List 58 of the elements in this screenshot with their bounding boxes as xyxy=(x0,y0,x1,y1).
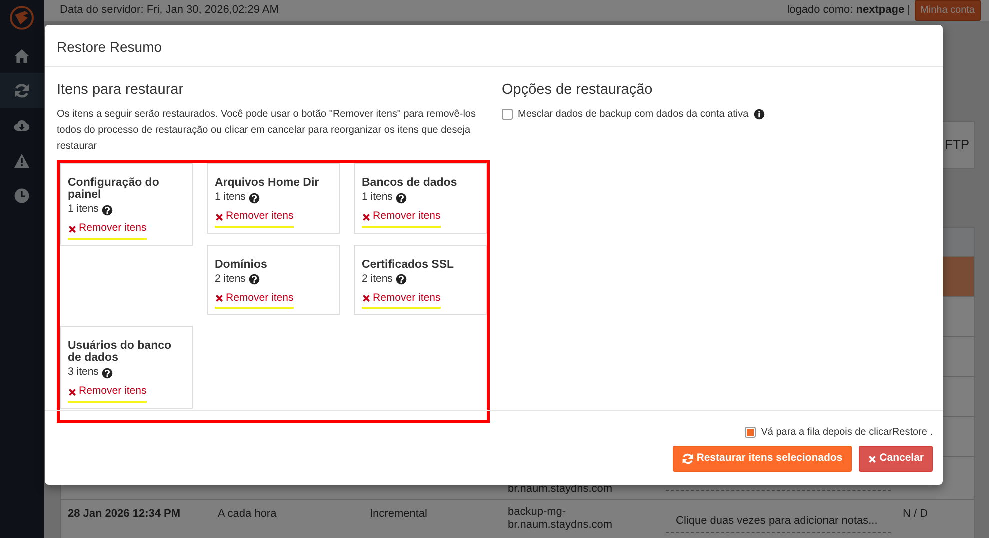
item-count: 3 itens xyxy=(68,365,99,380)
home-icon[interactable] xyxy=(14,48,30,64)
clock-icon[interactable] xyxy=(14,188,30,204)
close-icon xyxy=(868,454,877,464)
refresh-icon[interactable] xyxy=(14,82,30,98)
checkbox[interactable] xyxy=(745,427,756,438)
tab[interactable]: FTP xyxy=(940,121,975,169)
item-count: 2 itens xyxy=(215,272,246,287)
table-cell-text: br.naum.staydns.com xyxy=(507,482,614,496)
notes-field[interactable]: Clique duas vezes para adicionar notas... xyxy=(666,511,891,532)
description-text: Os itens a seguir serão restaurados. Você pode usar o botão "Remover itens" para removê-los todos do processo de restauração ou clicar em cancelar para reorganizar os itens que deseja restaurar xyxy=(57,108,477,154)
close-icon xyxy=(215,294,224,304)
item-title: Certificados SSL xyxy=(362,258,456,271)
close-icon xyxy=(215,212,224,222)
help-icon[interactable] xyxy=(396,274,407,286)
help-icon[interactable] xyxy=(396,192,407,204)
option-label: Mesclar dados de backup com dados da conta ativa xyxy=(518,108,749,122)
item-title: Usuários do banco de dados xyxy=(68,340,173,364)
item-count: 2 itens xyxy=(362,272,393,287)
item-count: 1 itens xyxy=(68,202,99,218)
item-title: Configuração do painel xyxy=(68,177,160,202)
remove-items-link[interactable]: Remover itens xyxy=(68,221,147,240)
item-count: 1 itens xyxy=(362,190,393,206)
item-title: Domínios xyxy=(215,258,268,271)
remove-items-link[interactable]: Remover itens xyxy=(362,209,441,228)
logo-icon xyxy=(10,6,34,30)
server-time: Data do servidor: Fri, Jan 30, 2026,02:29 AM xyxy=(60,3,279,18)
table-cell-text: N / D xyxy=(902,507,930,522)
table-cell-text: A cada hora xyxy=(217,507,278,522)
section-heading: Opções de restauração xyxy=(502,82,654,100)
help-icon[interactable] xyxy=(102,368,113,379)
close-icon xyxy=(68,388,77,397)
refresh-icon xyxy=(682,453,694,465)
remove-items-link[interactable]: Remover itens xyxy=(215,209,294,228)
logged-in-user: logado como: nextpage | xyxy=(787,3,911,18)
table-cell-text: backup-mg-br.naum.staydns.com xyxy=(507,506,614,533)
section-heading: Itens para restaurar xyxy=(57,82,185,100)
warning-icon[interactable] xyxy=(14,152,30,168)
help-icon[interactable] xyxy=(248,274,260,286)
table-cell-text: 28 Jan 2026 12:34 PM xyxy=(67,507,182,522)
cancel-button[interactable]: Cancelar xyxy=(858,446,933,472)
option-label: Vá para a fila depois de clicarRestore . xyxy=(761,426,933,440)
close-icon xyxy=(362,294,371,304)
item-count: 1 itens xyxy=(215,190,246,206)
remove-items-link[interactable]: Remover itens xyxy=(362,290,441,310)
dialog-title: Restore Resumo xyxy=(57,39,162,55)
remove-items-link[interactable]: Remover itens xyxy=(68,384,147,403)
info-icon[interactable] xyxy=(754,109,765,120)
remove-items-link[interactable]: Remover itens xyxy=(215,290,294,310)
close-icon xyxy=(68,224,77,234)
help-icon[interactable] xyxy=(248,192,260,204)
checkbox[interactable] xyxy=(502,109,513,120)
help-icon[interactable] xyxy=(102,204,113,216)
item-title: Bancos de dados xyxy=(362,177,458,190)
close-icon xyxy=(362,212,371,222)
item-title: Arquivos Home Dir xyxy=(215,177,320,190)
table-cell-text: Incremental xyxy=(369,507,428,522)
cloud-download-icon[interactable] xyxy=(14,118,30,134)
